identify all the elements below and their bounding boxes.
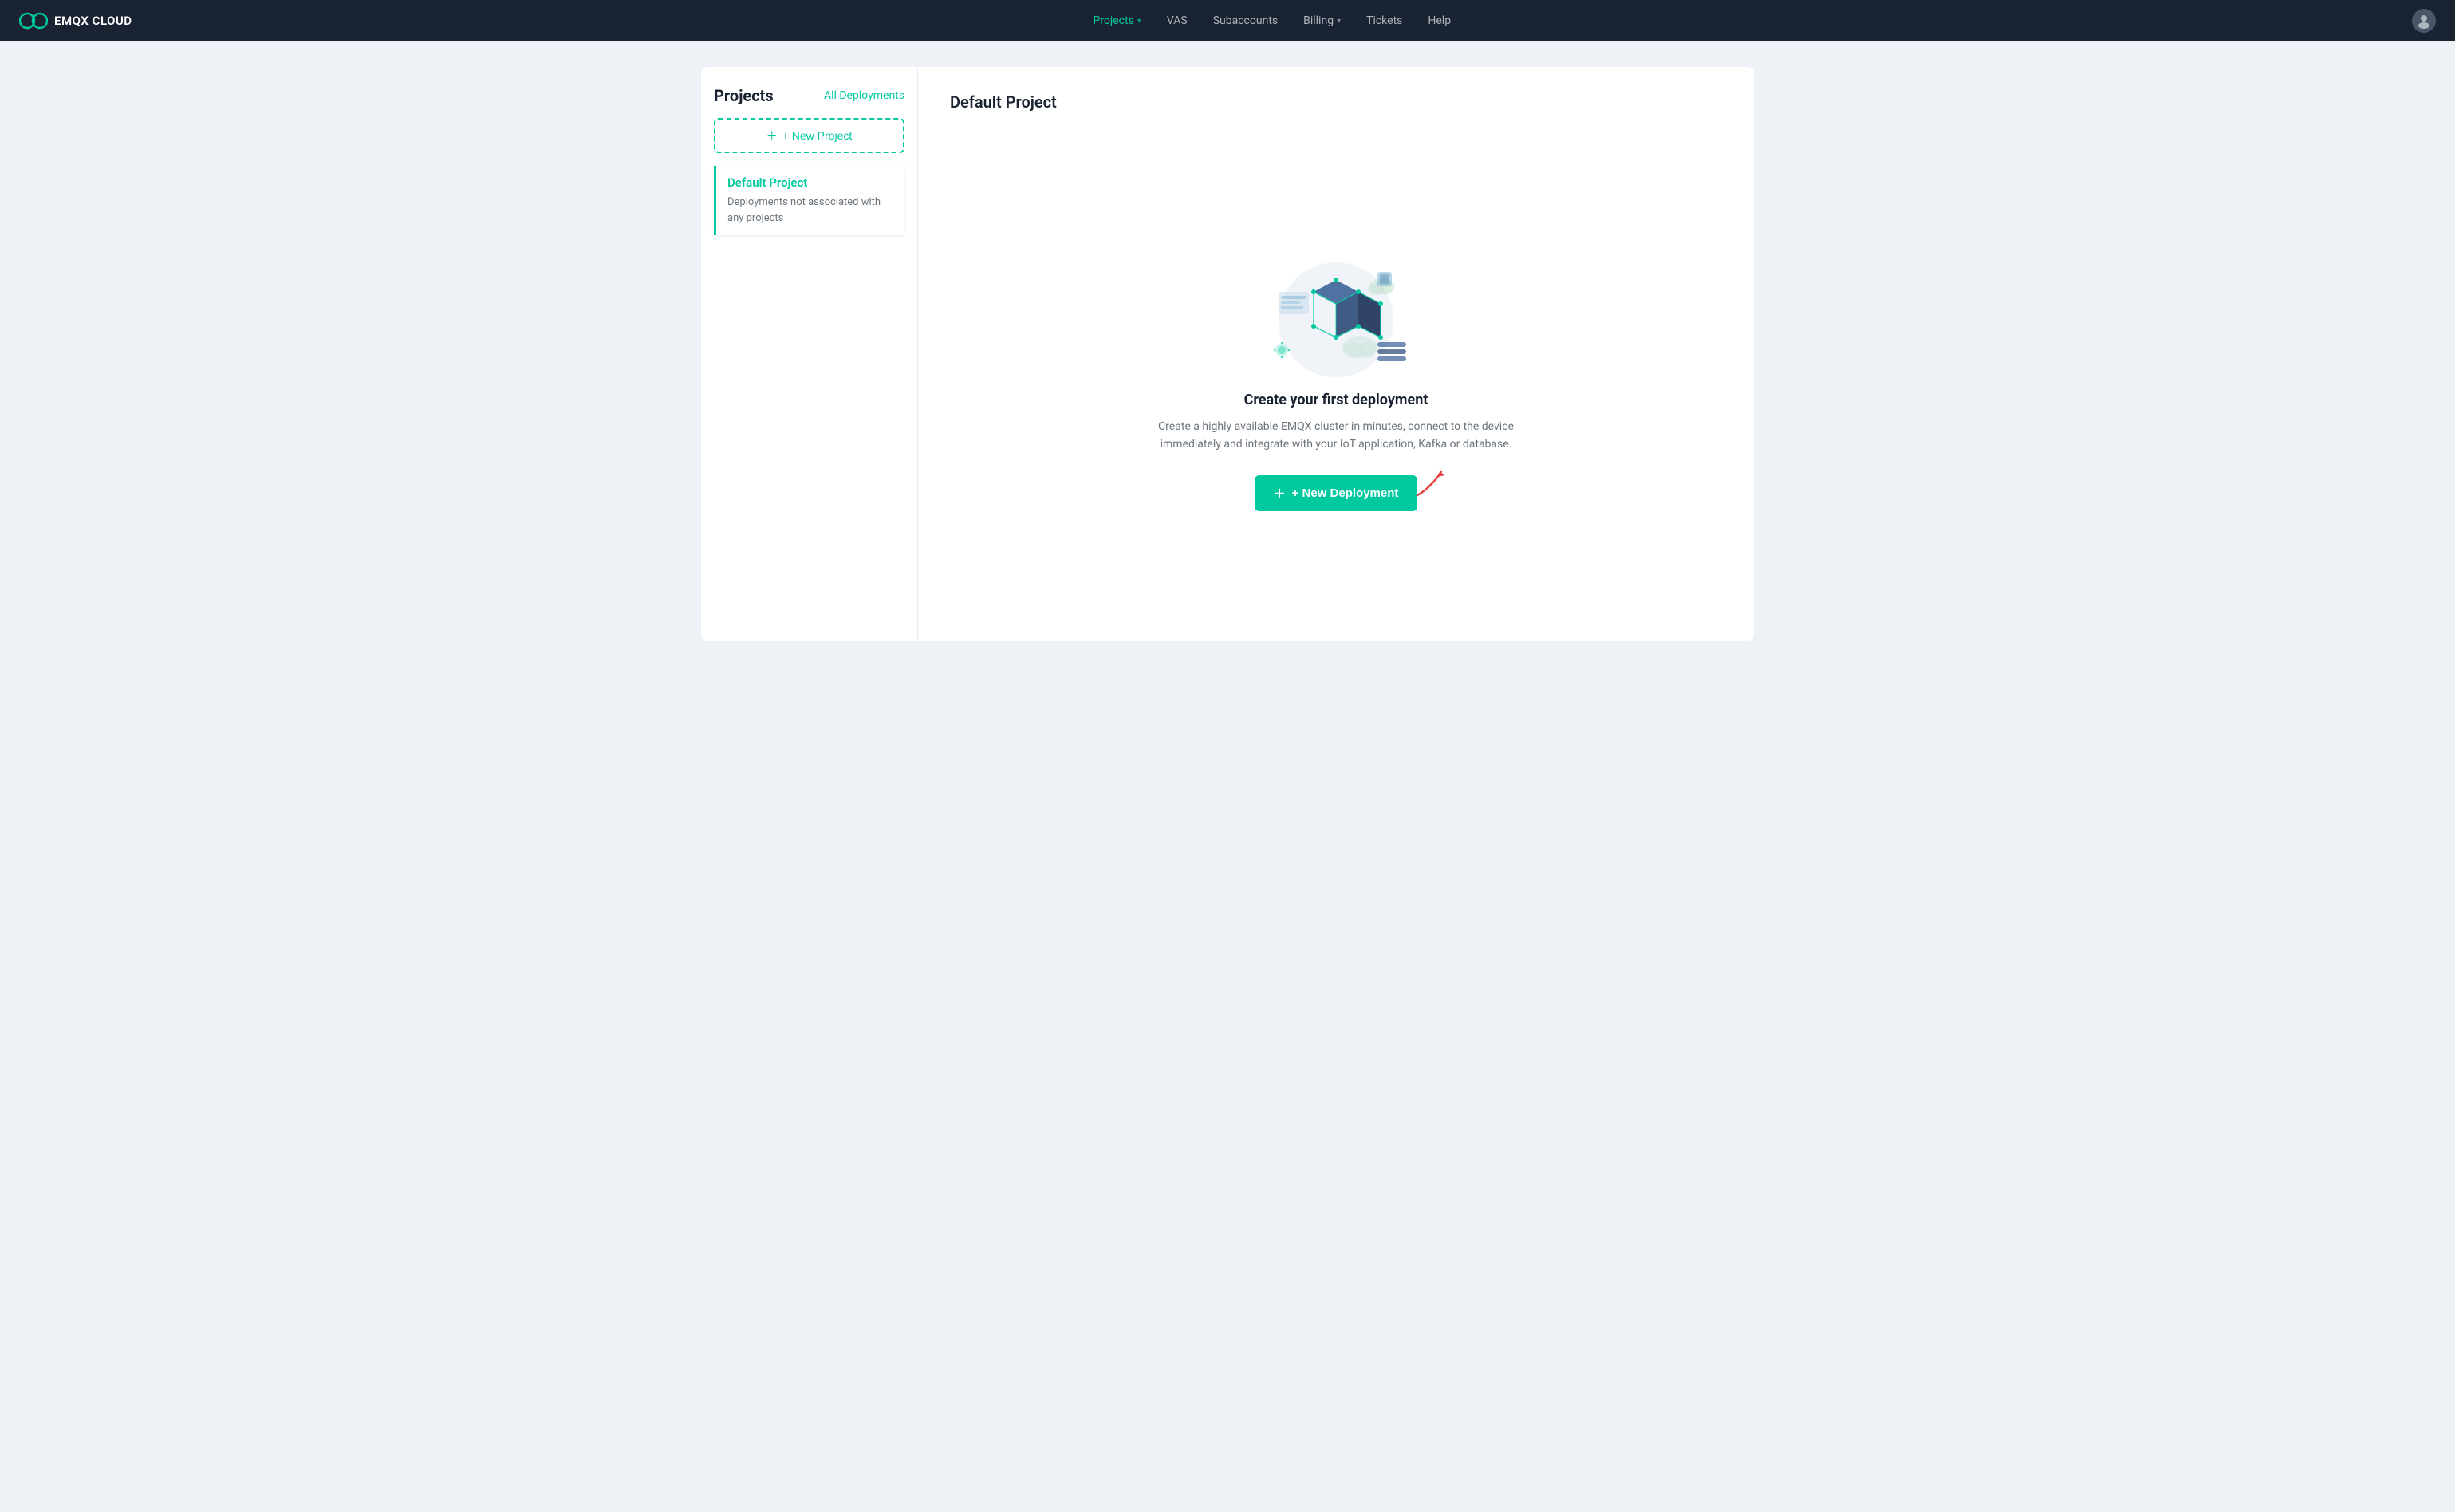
content-card: Projects All Deployments ＋ + New Project… xyxy=(701,67,1754,641)
nav-vas[interactable]: VAS xyxy=(1167,14,1188,27)
deployment-illustration xyxy=(1256,248,1416,392)
nav-tickets[interactable]: Tickets xyxy=(1366,14,1402,27)
new-deployment-button[interactable]: ＋ + New Deployment xyxy=(1255,475,1418,511)
new-deployment-wrapper: ＋ + New Deployment xyxy=(1255,475,1418,511)
empty-state: Create your first deployment Create a hi… xyxy=(950,144,1722,616)
projects-chevron-icon: ▾ xyxy=(1137,17,1141,26)
project-description: Deployments not associated with any proj… xyxy=(727,195,893,226)
nav-subaccounts[interactable]: Subaccounts xyxy=(1213,14,1278,27)
header-right xyxy=(2412,9,2436,33)
avatar[interactable] xyxy=(2412,9,2436,33)
project-name: Default Project xyxy=(727,175,893,190)
empty-state-description: Create a highly available EMQX cluster i… xyxy=(1129,418,1543,454)
arrow-annotation xyxy=(1409,467,1449,499)
logo-area: EMQX CLOUD xyxy=(19,11,132,30)
sidebar: Projects All Deployments ＋ + New Project… xyxy=(701,67,918,641)
sidebar-title: Projects xyxy=(714,86,774,105)
new-project-label: + New Project xyxy=(782,129,853,142)
new-project-plus-icon: ＋ xyxy=(766,128,778,144)
header: EMQX CLOUD Projects ▾ VAS Subaccounts Bi… xyxy=(0,0,2455,41)
main-wrapper: Projects All Deployments ＋ + New Project… xyxy=(0,41,2455,1471)
all-deployments-link[interactable]: All Deployments xyxy=(824,89,904,102)
nav-projects[interactable]: Projects ▾ xyxy=(1093,14,1141,27)
logo-icon xyxy=(19,11,48,30)
logo-text: EMQX CLOUD xyxy=(54,14,132,28)
new-deployment-plus-icon: ＋ xyxy=(1274,485,1286,502)
nav-help[interactable]: Help xyxy=(1428,14,1451,27)
empty-state-title: Create your first deployment xyxy=(1244,392,1428,408)
billing-chevron-icon: ▾ xyxy=(1337,17,1341,26)
default-project-item[interactable]: Default Project Deployments not associat… xyxy=(714,166,904,235)
page-title: Default Project xyxy=(950,93,1057,112)
nav-billing[interactable]: Billing ▾ xyxy=(1303,14,1341,27)
main-nav: Projects ▾ VAS Subaccounts Billing ▾ Tic… xyxy=(1093,14,1451,27)
new-deployment-label: + New Deployment xyxy=(1292,486,1399,500)
new-project-button[interactable]: ＋ + New Project xyxy=(714,118,904,153)
sidebar-header: Projects All Deployments xyxy=(714,86,904,105)
main-content: Default Project xyxy=(918,67,1754,641)
